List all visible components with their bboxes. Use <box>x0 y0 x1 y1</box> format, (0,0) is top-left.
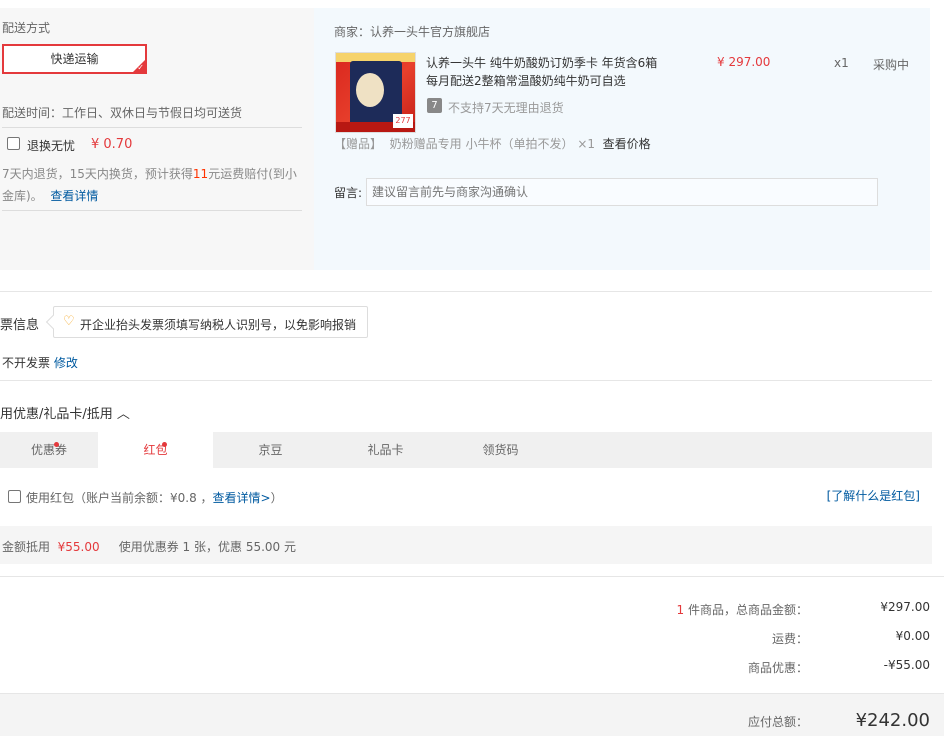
summary-amount: ¥55.00 <box>57 540 100 554</box>
gift-price-link[interactable]: 查看价格 <box>603 137 651 151</box>
merchant-name: 商家：认养一头牛官方旗舰店 <box>334 25 491 39</box>
redpacket-label: 使用红包（账户当前余额：¥0.8 ， <box>26 491 213 505</box>
image-cow-graphic <box>356 73 384 107</box>
no-7day-return-icon: 7 <box>427 98 442 113</box>
return-service-price: ¥ 0.70 <box>91 137 133 152</box>
product-qty: x1 <box>834 56 849 70</box>
redpacket-detail-link[interactable]: 查看详情> <box>213 491 271 505</box>
return-detail-link[interactable]: 查看详情 <box>50 189 98 203</box>
invoice-tip: ♡ 开企业抬头发票须填写纳税人识别号，以免影响报销 <box>45 306 368 338</box>
notification-dot <box>162 442 167 447</box>
gift-qty: ×1 <box>577 137 596 151</box>
tab-giftcard[interactable]: 礼品卡 <box>328 432 443 468</box>
invoice-title: 票信息 <box>0 318 40 333</box>
invoice-tip-text: 开企业抬头发票须填写纳税人识别号，以免影响报销 <box>80 318 357 332</box>
tip-arrow <box>45 314 61 330</box>
return-service-desc: 7天内退货，15天内换货，预计获得11元运费赔付(到小 <box>2 165 297 182</box>
note-label: 留言: <box>334 186 363 200</box>
delivery-time: 配送时间：工作日、双休日与节假日均可送货 <box>2 106 243 120</box>
redpacket-line: 使用红包（账户当前余额：¥0.8 ，查看详情>） <box>26 489 283 506</box>
summary-text: 使用优惠券 1 张，优惠 55.00 元 <box>118 540 296 554</box>
shipping-method-label: 快递运输 <box>50 52 99 66</box>
notification-dot <box>54 442 59 447</box>
product-title-line2: 每月配送2整箱常温酸奶纯牛奶可自选 <box>426 74 626 88</box>
product-title[interactable]: 认养一头牛 纯牛奶酸奶订奶季卡 年货含6箱 每月配送2整箱常温酸奶纯牛奶可自选 <box>426 54 657 90</box>
tab-jingdou[interactable]: 京豆 <box>213 432 328 468</box>
tab-label: 领货码 <box>482 443 519 457</box>
goods-total: ¥297.00 <box>880 600 930 614</box>
delivery-title: 配送方式 <box>2 21 51 35</box>
image-price-tag: 277 <box>393 114 413 128</box>
gift-tag: 【赠品】 <box>334 137 383 151</box>
summary-label: 金额抵用 <box>2 540 51 554</box>
product-price: ¥ 297.00 <box>717 55 771 69</box>
tab-redpacket[interactable]: 红包 <box>98 432 213 468</box>
return-service-desc-2: 金库)。 查看详情 <box>2 187 98 204</box>
discount-total: -¥55.00 <box>883 658 930 672</box>
tab-label: 礼品卡 <box>367 443 404 457</box>
divider <box>2 127 302 128</box>
divider <box>0 576 944 577</box>
tab-label: 京豆 <box>258 443 283 457</box>
use-redpacket-checkbox[interactable] <box>8 490 21 503</box>
redpacket-close: ） <box>270 491 283 505</box>
product-image[interactable]: 277 <box>335 52 416 133</box>
invoice-type: 不开发票 <box>2 356 51 370</box>
check-icon: ✓ <box>137 63 144 72</box>
return-desc-text: 7天内退货，15天内换货，预计获得 <box>2 167 193 181</box>
tab-pickup-code[interactable]: 领货码 <box>443 432 558 468</box>
discount-summary: 金额抵用 ¥55.00 使用优惠券 1 张，优惠 55.00 元 <box>2 538 296 555</box>
divider <box>0 380 932 381</box>
goods-count: 1 <box>676 603 685 617</box>
no-return-text: 不支持7天无理由退货 <box>448 101 564 115</box>
shipping-fee: ¥0.00 <box>895 629 930 643</box>
product-title-line1: 认养一头牛 纯牛奶酸奶订奶季卡 年货含6箱 <box>426 56 658 70</box>
note-input[interactable] <box>366 178 878 206</box>
goods-count-row: 1 件商品，总商品金额： <box>677 601 808 618</box>
gift-line: 【赠品】 奶粉赠品专用 小牛杯（单拍不发） ×1 查看价格 <box>334 135 651 152</box>
return-desc-text-2: 元运费赔付(到小 <box>208 167 297 181</box>
shipping-method-express[interactable]: 快递运输 ✓ <box>2 44 147 74</box>
lightbulb-icon: ♡ <box>63 314 75 329</box>
return-desc-text-3: 金库)。 <box>2 189 43 203</box>
return-desc-amount: 11 <box>192 167 209 181</box>
goods-count-label: 件商品，总商品金额： <box>687 603 808 617</box>
divider <box>2 210 302 211</box>
pay-total: ¥242.00 <box>855 710 930 731</box>
tab-label: 优惠券 <box>30 443 67 457</box>
discount-label: 商品优惠： <box>747 661 808 675</box>
what-is-redpacket-link[interactable]: [了解什么是红包] <box>827 487 920 504</box>
chevron-up-icon: ︿ <box>116 407 130 422</box>
shipping-label: 运费： <box>771 632 808 646</box>
pay-label: 应付总额： <box>747 715 808 729</box>
discount-title: 用优惠/礼品卡/抵用 <box>0 407 113 422</box>
invoice-value: 不开发票 修改 <box>2 354 78 371</box>
divider <box>0 291 932 292</box>
return-service-checkbox[interactable] <box>7 137 20 150</box>
discount-toggle[interactable]: 用优惠/礼品卡/抵用 ︿ <box>0 403 130 422</box>
tab-coupon[interactable]: 优惠券 <box>0 432 98 468</box>
gift-name: 奶粉赠品专用 小牛杯（单拍不发） <box>389 137 574 151</box>
product-status: 采购中 <box>873 58 910 72</box>
invoice-edit-link[interactable]: 修改 <box>54 356 78 370</box>
return-service-label: 退换无忧 <box>27 139 76 153</box>
